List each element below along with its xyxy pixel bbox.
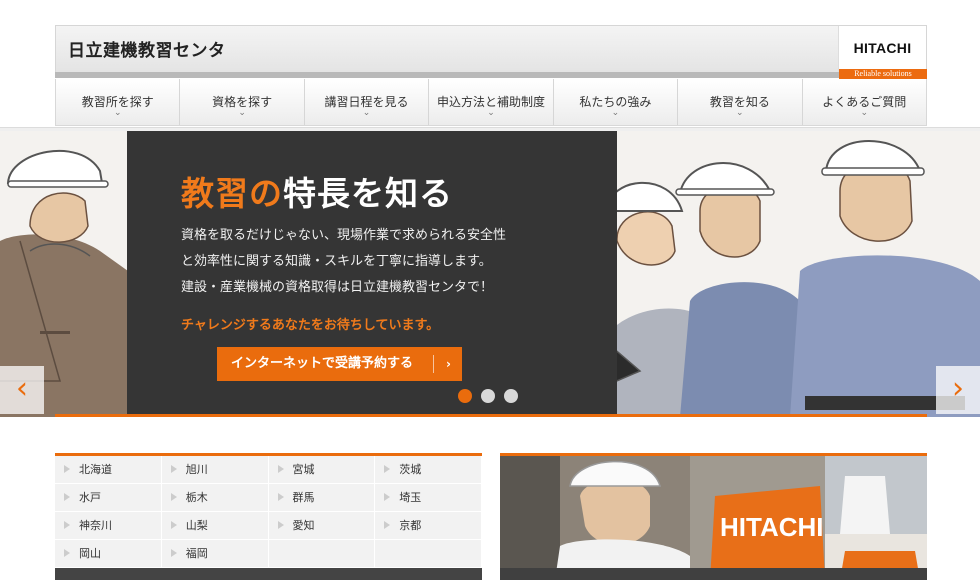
location-footer-bar <box>55 568 482 580</box>
header-divider <box>55 72 839 78</box>
location-label: 水戸 <box>79 491 101 504</box>
nav-item-about-training[interactable]: 教習を知る ⌄ <box>678 79 803 125</box>
bullet-arrow-icon <box>170 493 177 501</box>
location-label: 栃木 <box>185 491 208 504</box>
slider-prev-button[interactable]: ‹ <box>0 366 44 414</box>
location-empty <box>375 540 482 568</box>
location-label: 神奈川 <box>79 519 112 532</box>
location-label: 愛知 <box>292 519 315 532</box>
hero-cta-text: チャレンジするあなたをお待ちしています。 <box>181 318 440 333</box>
hero-line: と効率性に関する知識・スキルを丁寧に指導します。 <box>181 254 492 269</box>
location-label: 宮城 <box>292 463 315 476</box>
reserve-online-label: インターネットで受講予約する <box>231 356 414 371</box>
location-list: 北海道 旭川 宮城 茨城 水戸 栃木 群馬 埼玉 神奈川 山梨 愛知 京都 岡山… <box>55 453 482 580</box>
location-link[interactable]: 北海道 <box>55 456 162 484</box>
hero-line: 建設・産業機械の資格取得は日立建機教習センタで！ <box>181 280 494 295</box>
hero-underline <box>55 414 927 417</box>
location-label: 岡山 <box>79 547 101 560</box>
machine-logo: HITACHI <box>720 512 824 542</box>
location-link[interactable]: 岡山 <box>55 540 162 568</box>
bullet-arrow-icon <box>384 465 391 473</box>
hero-title: 教習の特長を知る <box>181 167 453 215</box>
chevron-down-icon: ⌄ <box>611 108 620 118</box>
location-link[interactable]: 愛知 <box>268 512 376 540</box>
location-link[interactable]: 埼玉 <box>375 484 482 512</box>
location-label: 埼玉 <box>399 491 422 504</box>
location-link[interactable]: 宮城 <box>268 456 376 484</box>
bullet-arrow-icon <box>170 521 177 529</box>
chevron-right-icon: › <box>446 357 451 371</box>
hero-line: 資格を取るだけじゃない、現場作業で求められる安全性 <box>181 228 507 243</box>
site-header: 日立建機教習センタ HITACHI <box>55 25 927 73</box>
slider-next-button[interactable]: › <box>936 366 980 414</box>
site-title[interactable]: 日立建機教習センタ <box>68 36 226 61</box>
nav-item-find-license[interactable]: 資格を探す ⌄ <box>180 79 305 125</box>
bullet-arrow-icon <box>64 549 70 557</box>
nav-item-strengths[interactable]: 私たちの強み ⌄ <box>554 79 679 125</box>
bullet-arrow-icon <box>384 493 391 501</box>
bullet-arrow-icon <box>277 465 284 473</box>
location-label: 旭川 <box>185 463 208 476</box>
location-label: 群馬 <box>292 491 315 504</box>
chevron-down-icon: ⌄ <box>362 108 371 118</box>
hero-title-rest: 特長を知る <box>283 174 453 213</box>
location-link[interactable]: 茨城 <box>375 456 482 484</box>
hero-panel: 教習の特長を知る 資格を取るだけじゃない、現場作業で求められる安全性 と効率性に… <box>127 131 617 415</box>
chevron-down-icon: ⌄ <box>238 108 246 118</box>
bullet-arrow-icon <box>170 549 177 557</box>
location-empty <box>268 540 376 568</box>
nav-item-find-school[interactable]: 教習所を探す ⌄ <box>56 79 181 125</box>
location-link[interactable]: 山梨 <box>161 512 269 540</box>
button-separator <box>433 355 434 373</box>
bullet-arrow-icon <box>170 465 177 473</box>
bullet-arrow-icon <box>64 465 70 473</box>
brand-name: HITACHI <box>853 40 912 56</box>
location-link[interactable]: 旭川 <box>161 456 269 484</box>
main-nav: 教習所を探す ⌄ 資格を探す ⌄ 講習日程を見る ⌄ 申込方法と補助制度 ⌄ 私… <box>55 79 927 126</box>
chevron-down-icon: ⌄ <box>487 108 495 118</box>
training-photo-collage[interactable]: HITACHI <box>500 453 927 580</box>
hero-description: 資格を取るだけじゃない、現場作業で求められる安全性 と効率性に関する知識・スキル… <box>181 223 581 301</box>
location-link[interactable]: 神奈川 <box>55 512 162 540</box>
slide-dot-2[interactable] <box>481 389 495 403</box>
reserve-online-button[interactable]: インターネットで受講予約する › <box>217 347 462 381</box>
location-label: 北海道 <box>79 463 112 476</box>
location-link[interactable]: 群馬 <box>268 484 376 512</box>
chevron-down-icon: ⌄ <box>736 108 744 118</box>
chevron-down-icon: ⌄ <box>113 108 122 118</box>
location-link[interactable]: 栃木 <box>161 484 269 512</box>
bullet-arrow-icon <box>277 521 284 529</box>
nav-item-faq[interactable]: よくあるご質問 ⌄ <box>803 79 926 125</box>
bullet-arrow-icon <box>64 521 70 529</box>
bullet-arrow-icon <box>64 493 70 501</box>
training-photos: HITACHI <box>500 456 927 580</box>
slide-dot-3[interactable] <box>504 389 518 403</box>
slide-indicators <box>458 389 518 403</box>
chevron-down-icon: ⌄ <box>860 108 869 118</box>
location-label: 京都 <box>399 519 422 532</box>
nav-item-application[interactable]: 申込方法と補助制度 ⌄ <box>429 79 554 125</box>
hero-title-accent: 教習の <box>181 174 283 213</box>
nav-item-schedule[interactable]: 講習日程を見る ⌄ <box>305 79 430 125</box>
location-link[interactable]: 京都 <box>375 512 482 540</box>
location-label: 茨城 <box>399 463 422 476</box>
brand-logo[interactable]: HITACHI <box>838 26 926 73</box>
location-link[interactable]: 福岡 <box>161 540 269 568</box>
hero-slider: 教習の特長を知る 資格を取るだけじゃない、現場作業で求められる安全性 と効率性に… <box>0 131 980 417</box>
bullet-arrow-icon <box>384 521 391 529</box>
location-label: 福岡 <box>185 547 208 560</box>
bullet-arrow-icon <box>277 493 284 501</box>
location-label: 山梨 <box>185 519 208 532</box>
slide-dot-1[interactable] <box>458 389 472 403</box>
location-link[interactable]: 水戸 <box>55 484 162 512</box>
brand-tagline: Reliable solutions <box>839 69 927 79</box>
